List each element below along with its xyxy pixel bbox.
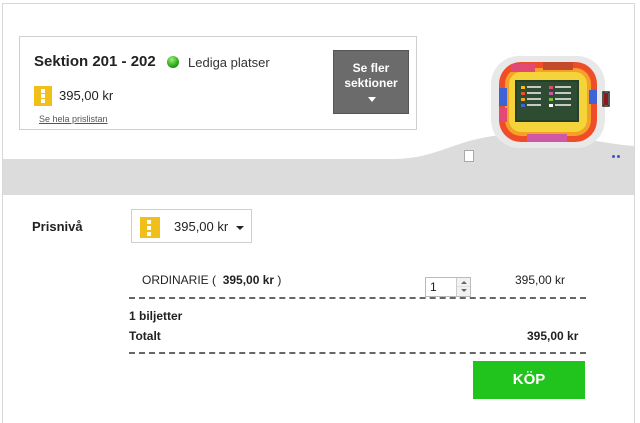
more-sections-label: Se fler sektioner (344, 61, 398, 90)
price-level-select[interactable]: 395,00 kr (131, 209, 252, 243)
availability-text: Lediga platser (188, 55, 270, 70)
ticket-type-name: ORDINARIE ( (142, 273, 217, 287)
price-level-label: Prisnivå (32, 219, 83, 234)
total-value: 395,00 kr (527, 329, 579, 343)
line-price: 395,00 kr (515, 273, 566, 287)
total-label: Totalt (129, 329, 161, 343)
section-price: 395,00 kr (59, 88, 114, 103)
map-toggle-checkbox[interactable] (464, 150, 474, 162)
ticket-widget: Sektion 201 - 202 Lediga platser 395,00 … (2, 3, 635, 423)
increment-icon[interactable] (457, 278, 470, 287)
map-pager-dots[interactable] (612, 155, 620, 159)
section-title: Sektion 201 - 202 (34, 53, 156, 70)
quantity-spinner (456, 278, 470, 296)
tickets-count: 1 biljetter (129, 309, 183, 323)
price-category-icon (140, 217, 160, 238)
buy-button[interactable]: KÖP (473, 361, 585, 399)
divider (129, 297, 586, 299)
price-category-icon (34, 86, 52, 106)
quantity-stepper[interactable]: 1 (425, 277, 471, 297)
availability-icon (167, 56, 179, 68)
stadium-map[interactable] (485, 52, 613, 152)
decrement-icon[interactable] (457, 287, 470, 296)
ticket-type-price: 395,00 kr (222, 273, 275, 287)
divider (129, 352, 586, 354)
more-sections-button[interactable]: Se fler sektioner (333, 50, 409, 114)
quantity-value[interactable]: 1 (430, 280, 437, 294)
section-overview: Sektion 201 - 202 Lediga platser 395,00 … (3, 4, 634, 195)
chevron-down-icon (236, 226, 244, 230)
price-level-value: 395,00 kr (174, 219, 229, 234)
full-pricelist-link[interactable]: Se hela prislistan (39, 114, 108, 124)
section-card: Sektion 201 - 202 Lediga platser 395,00 … (19, 36, 417, 130)
ticket-type-label: ORDINARIE ( 395,00 kr ) (142, 273, 281, 287)
chevron-down-icon (368, 97, 376, 102)
ticket-type-close: ) (277, 273, 282, 287)
